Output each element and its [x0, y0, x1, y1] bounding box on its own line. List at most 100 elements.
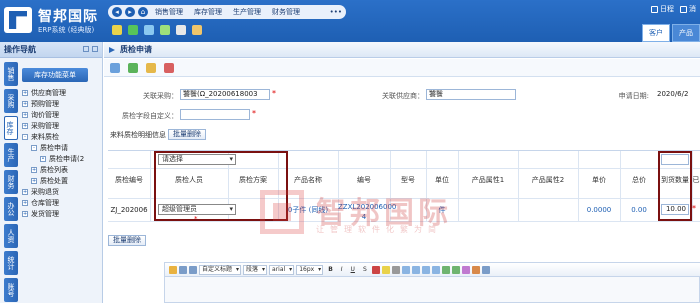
message-link[interactable]: 消 — [680, 4, 696, 14]
grid-icon[interactable] — [83, 46, 89, 52]
tree-item[interactable]: + 质检处置 — [22, 176, 102, 187]
tree-item[interactable]: + 预购管理 — [22, 99, 102, 110]
col-price: 单价 — [592, 176, 606, 184]
strike-icon[interactable]: S — [360, 265, 370, 275]
style-icon[interactable] — [169, 265, 177, 274]
tree-item[interactable]: + 采购退货 — [22, 187, 102, 198]
menu-more[interactable]: ••• — [330, 8, 342, 16]
collapse-box-icon[interactable]: - — [22, 134, 28, 140]
inventory-menu-button[interactable]: 库存功能菜单 — [22, 68, 88, 82]
vtab-production[interactable]: 生产 — [4, 143, 18, 167]
expand-box-icon[interactable]: + — [22, 112, 28, 118]
paragraph-select[interactable]: 段落 — [243, 264, 268, 275]
custom-field-label: 质检字段自定义： — [122, 112, 178, 120]
app-subtitle: ERP系统 (经典版) — [38, 26, 95, 34]
top-menu: ◂ ▸ ⌂ 销售管理 库存管理 生产管理 财务管理 ••• — [108, 5, 346, 19]
vtab-sales[interactable]: 销售 — [4, 62, 18, 86]
batch-delete-button[interactable]: 批量删除 — [168, 129, 206, 140]
expand-box-icon[interactable]: + — [31, 178, 37, 184]
supplier-field[interactable]: 饕餮 — [426, 89, 516, 100]
expand-box-icon[interactable]: + — [22, 200, 28, 206]
expand-box-icon[interactable]: + — [22, 211, 28, 217]
plane-icon[interactable] — [112, 25, 122, 35]
nav-back-icon[interactable]: ◂ — [112, 7, 122, 17]
nav-forward-icon[interactable]: ▸ — [125, 7, 135, 17]
menu-sales[interactable]: 销售管理 — [151, 7, 187, 17]
folder-icon[interactable] — [192, 25, 202, 35]
tab-product[interactable]: 产品 — [672, 24, 700, 42]
link-icon[interactable] — [461, 265, 470, 274]
chat-icon[interactable] — [160, 25, 170, 35]
heading-select[interactable]: 自定义标题 — [199, 264, 242, 275]
detail-table: 请选择 质检编号 质检人员 质检方案 产品名称 编号 型号 单位 产品属性1 产… — [108, 150, 700, 223]
close-icon[interactable] — [164, 62, 174, 73]
font-color-icon[interactable] — [371, 265, 380, 274]
print-icon[interactable] — [146, 62, 156, 73]
underline-icon[interactable]: U — [348, 265, 358, 275]
expand-box-icon[interactable]: + — [22, 123, 28, 129]
menu-production[interactable]: 生产管理 — [229, 7, 265, 17]
tree-item[interactable]: + 采购管理 — [22, 121, 102, 132]
size-select[interactable]: 16px — [296, 264, 324, 275]
vtab-inventory[interactable]: 库存 — [4, 116, 18, 140]
align-right-icon[interactable] — [421, 265, 430, 274]
tree-item-label: 发货管理 — [31, 210, 59, 218]
align-center-icon[interactable] — [411, 265, 420, 274]
page-toolbar — [104, 59, 700, 77]
back-icon[interactable] — [110, 62, 120, 73]
expand-box-icon[interactable]: + — [22, 90, 28, 96]
image-icon[interactable] — [441, 265, 450, 274]
save-icon[interactable] — [128, 62, 138, 73]
emoji-icon[interactable] — [471, 265, 480, 274]
align-left-icon[interactable] — [401, 265, 410, 274]
purchase-field[interactable]: 饕餮(Ω_20200618003 — [180, 89, 270, 100]
sidebar: 操作导航 销售 采购 库存 生产 财务 办公 人资 统计 账号 库存功能菜单 +… — [0, 42, 103, 303]
schedule-link[interactable]: 日程 — [651, 4, 674, 14]
tree-item[interactable]: + 供应商管理 — [22, 88, 102, 99]
vtab-office[interactable]: 办公 — [4, 197, 18, 221]
vtab-hr[interactable]: 人资 — [4, 224, 18, 248]
vtab-account[interactable]: 账号 — [4, 278, 18, 302]
custom-field-input[interactable] — [180, 109, 250, 120]
tree-item[interactable]: + 发货管理 — [22, 209, 102, 220]
tab-customer[interactable]: 客户 — [642, 24, 670, 42]
expand-box-icon[interactable]: + — [22, 189, 28, 195]
collapse-icon[interactable] — [92, 46, 98, 52]
redo-icon[interactable] — [189, 265, 197, 274]
date-field[interactable]: 2020/6/2 — [654, 89, 700, 100]
tree-item[interactable]: + 仓库管理 — [22, 198, 102, 209]
tree-item[interactable]: - 来料质检 — [22, 132, 102, 143]
home-icon[interactable]: ⌂ — [138, 7, 148, 17]
font-select[interactable]: arial — [269, 264, 295, 275]
highlight-icon[interactable] — [381, 265, 390, 274]
undo-icon[interactable] — [179, 265, 187, 274]
collapse-box-icon[interactable]: - — [31, 145, 37, 151]
tree-item[interactable]: + 质检列表 — [22, 165, 102, 176]
menu-inventory[interactable]: 库存管理 — [190, 7, 226, 17]
watermark: 智邦国际 让管理软件化繁为简 — [260, 182, 560, 242]
tree-item[interactable]: + 询价管理 — [22, 110, 102, 121]
tree-item[interactable]: • 质检申请(2 — [22, 154, 102, 165]
mail-icon[interactable] — [144, 25, 154, 35]
batch-delete-bottom-button[interactable]: 批量删除 — [108, 235, 146, 246]
message-icon[interactable] — [176, 25, 186, 35]
vtab-finance[interactable]: 财务 — [4, 170, 18, 194]
phone-icon[interactable] — [128, 25, 138, 35]
required-mark: * — [692, 204, 696, 213]
clear-format-icon[interactable] — [391, 265, 400, 274]
menu-finance[interactable]: 财务管理 — [268, 7, 304, 17]
bold-icon[interactable]: B — [325, 265, 336, 275]
app-logo: 智邦国际 ERP系统 (经典版) — [4, 5, 104, 37]
fullscreen-icon[interactable] — [481, 265, 490, 274]
expand-box-icon[interactable]: + — [22, 101, 28, 107]
vtab-purchase[interactable]: 采购 — [4, 89, 18, 113]
table-icon[interactable] — [451, 265, 460, 274]
expand-box-icon[interactable]: • — [40, 156, 46, 162]
vtab-stats[interactable]: 统计 — [4, 251, 18, 275]
italic-icon[interactable]: I — [338, 265, 346, 275]
list-icon[interactable] — [431, 265, 440, 274]
tree-item-label: 仓库管理 — [31, 199, 59, 207]
rich-text-editor[interactable]: 自定义标题 段落 arial 16px B I U S — [164, 262, 700, 303]
tree-item[interactable]: - 质检申请 — [22, 143, 102, 154]
expand-box-icon[interactable]: + — [31, 167, 37, 173]
